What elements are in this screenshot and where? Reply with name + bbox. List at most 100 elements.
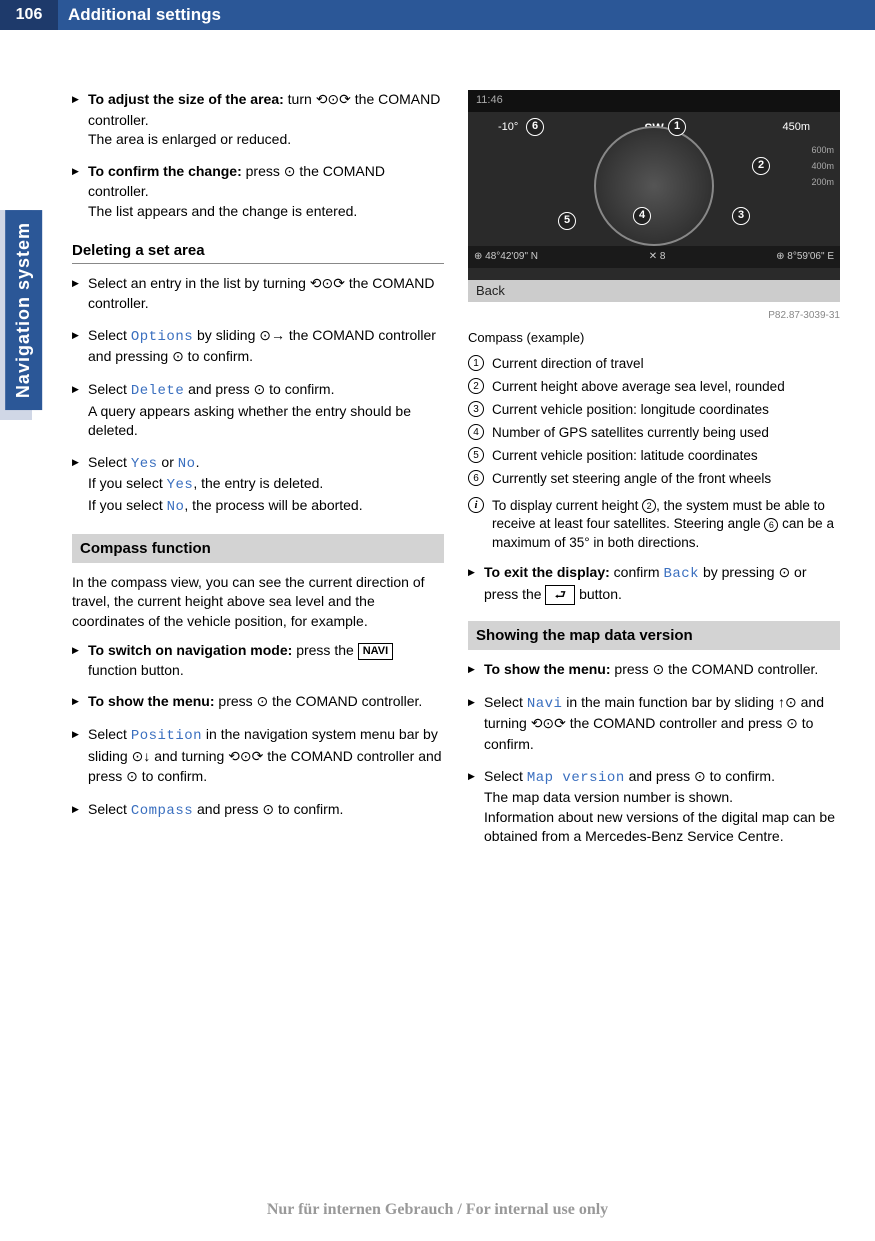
page-header: 106 Additional settings <box>0 0 875 30</box>
text: by sliding <box>193 327 259 343</box>
left-column: To adjust the size of the area: turn ⟲⊙⟳… <box>72 90 444 859</box>
text: . <box>196 454 200 470</box>
step-select-entry: Select an entry in the list by turning ⟲… <box>72 274 444 314</box>
text: to confirm. <box>184 348 253 364</box>
subhead-deleting: Deleting a set area <box>72 240 444 264</box>
ui-yes: Yes <box>167 477 194 493</box>
text: If you select <box>88 497 167 513</box>
text: or <box>158 454 178 470</box>
marker-5-icon: 5 <box>558 212 576 230</box>
text: press the <box>292 642 357 658</box>
text: Select <box>88 454 131 470</box>
screen-back-bar: Back <box>468 280 840 302</box>
section-compass-function: Compass function <box>72 534 444 563</box>
step-exit-display: To exit the display: confirm Back by pre… <box>468 563 840 605</box>
turn-icon: ⟲⊙⟳ <box>531 715 566 735</box>
text: turn <box>284 91 316 107</box>
result-text: The list appears and the change is enter… <box>88 203 357 219</box>
press-icon: ⊙ <box>172 348 184 368</box>
screen-satellites: 8 <box>660 251 666 262</box>
turn-icon: ⟲⊙⟳ <box>316 91 351 111</box>
text: press <box>215 693 257 709</box>
text: Select <box>88 801 131 817</box>
ui-delete: Delete <box>131 383 184 399</box>
text: to confirm. <box>138 768 207 784</box>
text: to confirm. <box>706 768 775 784</box>
result-text: Information about new versions of the di… <box>484 809 835 845</box>
altitude-scale: 600m400m200m <box>811 142 834 191</box>
slide-down-icon: ⊙↓ <box>132 748 151 768</box>
screenshot-caption: Compass (example) <box>468 329 840 347</box>
marker-4-icon: 4 <box>633 207 651 225</box>
legend-3: 3Current vehicle position: longitude coo… <box>468 401 840 420</box>
screen-distance: 450m <box>782 120 810 135</box>
text: by pressing <box>699 564 778 580</box>
text: function button. <box>88 662 184 678</box>
press-icon: ⊙ <box>653 661 665 681</box>
turn-icon: ⟲⊙⟳ <box>228 748 263 768</box>
ui-navi: Navi <box>527 696 563 712</box>
result-text: The area is enlarged or reduced. <box>88 131 291 147</box>
ui-map-version: Map version <box>527 770 625 786</box>
text: the COMAND controller. <box>664 661 818 677</box>
legend-1: 1Current direction of travel <box>468 355 840 374</box>
lead-text: To confirm the change: <box>88 163 242 179</box>
press-icon: ⊙ <box>786 715 798 735</box>
lead-text: To exit the display: <box>484 564 610 580</box>
press-icon: ⊙ <box>694 768 706 788</box>
screen-latitude: 48°42'09" N <box>485 251 538 262</box>
result-text: The map data version number is shown. <box>484 789 733 805</box>
step-show-menu-2: To show the menu: press ⊙ the COMAND con… <box>468 660 840 681</box>
navi-button-icon: NAVI <box>358 643 393 660</box>
ui-no: No <box>167 499 185 515</box>
ui-back: Back <box>663 566 699 582</box>
text: press <box>611 661 653 677</box>
text: Select <box>88 327 131 343</box>
marker-6-icon: 6 <box>526 118 544 136</box>
text: Select <box>484 694 527 710</box>
globe-icon: ⊕ <box>474 251 485 262</box>
satellite-icon: ✕ <box>649 251 660 262</box>
legend-5: 5Current vehicle position: latitude coor… <box>468 447 840 466</box>
step-nav-on: To switch on navigation mode: press the … <box>72 641 444 680</box>
info-icon: i <box>468 497 484 513</box>
result-text: A query appears asking whether the entry… <box>88 403 411 439</box>
screen-time: 11:46 <box>476 93 503 108</box>
marker-2-icon: 2 <box>752 157 770 175</box>
ui-no: No <box>178 456 196 472</box>
text: To display current height <box>492 498 642 513</box>
text: the COMAND controller and press <box>566 715 786 731</box>
image-id: P82.87-3039-31 <box>468 309 840 323</box>
page-number: 106 <box>0 0 58 30</box>
right-column: 11:46 -10° SW 450m 6 1 2 3 4 5 600m400m2… <box>468 90 840 859</box>
text: If you select <box>88 475 167 491</box>
text: press <box>242 163 284 179</box>
press-icon: ⊙ <box>778 564 790 584</box>
step-yes-no: Select Yes or No. If you select Yes, the… <box>72 453 444 518</box>
ui-yes: Yes <box>131 456 158 472</box>
step-confirm-change: To confirm the change: press ⊙ the COMAN… <box>72 162 444 222</box>
lead-text: To switch on navigation mode: <box>88 642 292 658</box>
text: in the main function bar by sliding <box>562 694 778 710</box>
compass-intro: In the compass view, you can see the cur… <box>72 573 444 632</box>
compass-dial <box>594 126 714 246</box>
step-adjust-size: To adjust the size of the area: turn ⟲⊙⟳… <box>72 90 444 150</box>
step-select-position: Select Position in the navigation system… <box>72 725 444 788</box>
ref-2-icon: 2 <box>642 499 656 513</box>
watermark: Nur für internen Gebrauch / For internal… <box>0 1199 875 1221</box>
ui-options: Options <box>131 329 193 345</box>
section-map-data-version: Showing the map data version <box>468 621 840 650</box>
text: and press <box>625 768 694 784</box>
step-select-delete: Select Delete and press ⊙ to confirm. A … <box>72 380 444 441</box>
step-select-map-version: Select Map version and press ⊙ to confir… <box>468 767 840 847</box>
turn-icon: ⟲⊙⟳ <box>310 275 345 295</box>
legend-4: 4Number of GPS satellites currently bein… <box>468 424 840 443</box>
press-icon: ⊙ <box>257 693 269 713</box>
text: to confirm. <box>274 801 343 817</box>
text: and press <box>193 801 262 817</box>
info-note: i To display current height 2, the syste… <box>468 497 840 554</box>
ref-6-icon: 6 <box>764 518 778 532</box>
step-select-compass: Select Compass and press ⊙ to confirm. <box>72 800 444 822</box>
ui-compass: Compass <box>131 803 193 819</box>
marker-1-icon: 1 <box>668 118 686 136</box>
